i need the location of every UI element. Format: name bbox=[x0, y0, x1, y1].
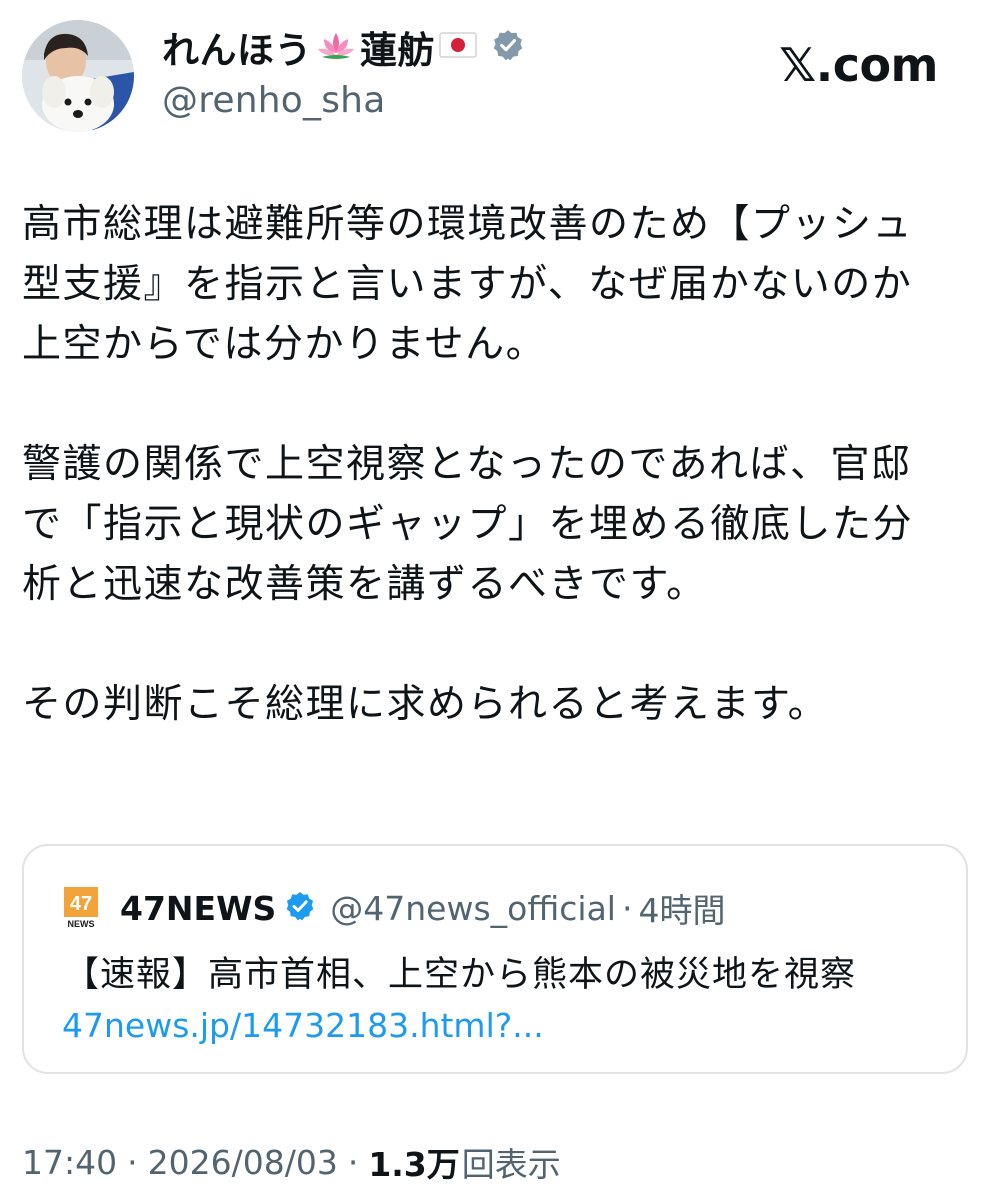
tweet-paragraph-1: 高市総理は避難所等の環境改善のため【プッシュ 型支援』を指示と言いますが、なぜ届… bbox=[22, 202, 914, 367]
tweet-date[interactable]: 2026/08/03 bbox=[148, 1143, 338, 1182]
news-logo-sub: NEWS bbox=[68, 919, 95, 929]
tweet-time[interactable]: 17:40 bbox=[22, 1143, 117, 1182]
verified-badge-icon bbox=[284, 890, 316, 926]
display-name-row[interactable]: れんほう 蓮舫 bbox=[162, 24, 525, 72]
verified-badge-icon bbox=[491, 28, 525, 66]
tweet-paragraph-2: 警護の関係で上空視察となったのであれば、官邸 で「指示と現状のギャップ」を埋める… bbox=[22, 442, 914, 607]
brand-logo: 𝕏.com bbox=[779, 38, 938, 92]
lotus-icon bbox=[316, 29, 356, 65]
tweet-text: 高市総理は避難所等の環境改善のため【プッシュ 型支援』を指示と言いますが、なぜ届… bbox=[22, 195, 972, 795]
tweet-paragraph-3: その判断こそ総理に求められると考えます。 bbox=[22, 682, 829, 727]
display-name[interactable]: れんほう bbox=[162, 20, 312, 74]
author-block: れんほう 蓮舫 @renho_sha bbox=[162, 24, 525, 121]
news-logo-number: 47 bbox=[70, 893, 92, 915]
meta-separator: · bbox=[127, 1142, 138, 1182]
quoted-separator: · bbox=[621, 888, 633, 928]
meta-separator: · bbox=[347, 1142, 359, 1182]
views-count: 1.3万 bbox=[368, 1145, 460, 1184]
tweet-header: れんほう 蓮舫 @renho_sha 𝕏.com bbox=[20, 18, 972, 134]
display-name-kanji[interactable]: 蓮舫 bbox=[360, 20, 435, 74]
avatar-photo bbox=[22, 20, 134, 132]
author-handle[interactable]: @renho_sha bbox=[162, 80, 525, 121]
views-label: 回表示 bbox=[461, 1145, 561, 1184]
quoted-tweet-card[interactable]: 47 NEWS 47NEWS @47news_official · 4時間 【速… bbox=[22, 844, 968, 1074]
japan-flag-icon bbox=[439, 30, 477, 64]
quoted-tweet-text: 【速報】高市首相、上空から熊本の被災地を視察 bbox=[64, 955, 857, 995]
news-logo-icon: 47 NEWS bbox=[64, 887, 98, 929]
quoted-author-name[interactable]: 47NEWS bbox=[120, 889, 276, 928]
quoted-author-handle[interactable]: @47news_official bbox=[330, 889, 616, 928]
quoted-tweet-link[interactable]: 47news.jp/14732183.html?... bbox=[62, 1006, 544, 1045]
tweet-meta: 17:40 · 2026/08/03 · 1.3万 回表示 bbox=[22, 1138, 561, 1186]
quoted-timestamp[interactable]: 4時間 bbox=[638, 884, 725, 932]
quoted-tweet-header: 47 NEWS 47NEWS @47news_official · 4時間 bbox=[64, 886, 725, 930]
avatar[interactable] bbox=[22, 20, 134, 132]
